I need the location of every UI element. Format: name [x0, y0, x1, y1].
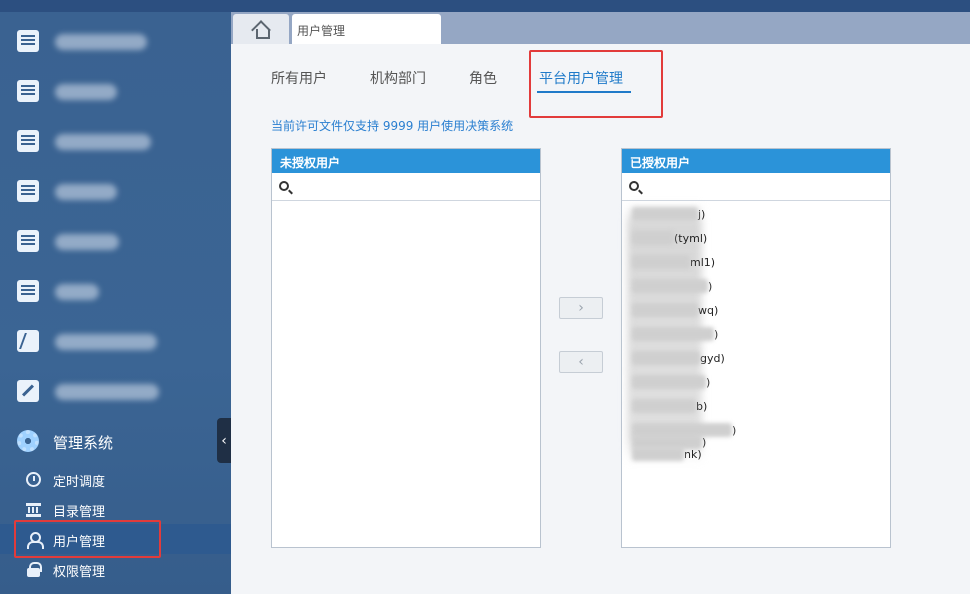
sidebar-item-8[interactable] — [0, 366, 231, 416]
clock-icon — [26, 472, 41, 487]
tab-label: 用户管理 — [297, 24, 346, 38]
sidebar-item-5[interactable] — [0, 216, 231, 266]
unauthorized-users-panel: 未授权用户 — [271, 148, 541, 548]
blurred-label — [55, 234, 119, 250]
gear-icon — [17, 430, 39, 452]
sidebar-item-7[interactable] — [0, 316, 231, 366]
sidebar-item-schedule[interactable]: 定时调度 — [0, 464, 231, 494]
tools-icon — [17, 380, 39, 402]
document-icon — [17, 130, 39, 152]
panel-title: 已授权用户 — [622, 149, 890, 173]
add-user-button[interactable]: › — [559, 297, 603, 319]
list-item[interactable]: b) — [632, 399, 707, 419]
sidebar-item-6[interactable] — [0, 266, 231, 316]
home-icon — [252, 21, 270, 39]
document-icon — [17, 80, 39, 102]
tab-departments[interactable]: 机构部门 — [370, 68, 426, 88]
license-note: 当前许可文件仅支持 9999 用户使用决策系统 — [271, 119, 514, 133]
sidebar-item-1[interactable] — [0, 16, 231, 66]
document-icon — [17, 30, 39, 52]
main-content: 所有用户 机构部门 角色 平台用户管理 当前许可文件仅支持 9999 用户使用决… — [231, 44, 970, 594]
list-item[interactable]: nk) — [632, 447, 702, 467]
list-item[interactable]: gyd) — [632, 351, 725, 371]
list-item[interactable]: j) — [632, 207, 705, 227]
tab-strip: 用户管理 — [231, 12, 970, 44]
tab-all-users[interactable]: 所有用户 — [271, 68, 327, 88]
sidebar-item-label: 定时调度 — [53, 475, 106, 490]
highlight-box — [529, 50, 663, 118]
chevron-left-icon: ‹ — [578, 354, 584, 370]
user-list: j) (tyml) ml1) ) wq) ) gyd) ) b) ) ) nk) — [622, 203, 890, 463]
list-item[interactable]: ) — [632, 327, 718, 347]
search-box — [622, 173, 890, 201]
sidebar-item-2[interactable] — [0, 66, 231, 116]
sidebar-item-label: 权限管理 — [53, 565, 106, 580]
highlight-box — [14, 520, 161, 558]
tab-home[interactable] — [233, 14, 289, 44]
top-bar — [0, 0, 970, 12]
blurred-label — [55, 34, 147, 50]
blurred-label — [55, 334, 157, 350]
tab-roles[interactable]: 角色 — [469, 68, 497, 88]
sidebar-item-permissions[interactable]: 权限管理 — [0, 554, 231, 584]
blurred-label — [55, 84, 117, 100]
list-item[interactable]: ml1) — [632, 255, 715, 275]
blurred-label — [55, 284, 99, 300]
chevron-right-icon: › — [578, 300, 584, 316]
search-icon — [279, 181, 289, 191]
bank-icon — [26, 502, 41, 517]
search-box — [272, 173, 540, 201]
list-item[interactable]: ) — [632, 279, 712, 299]
authorized-users-panel: 已授权用户 j) (tyml) ml1) ) wq) ) gyd) ) b) )… — [621, 148, 891, 548]
blurred-label — [55, 384, 159, 400]
list-item[interactable]: wq) — [632, 303, 718, 323]
sidebar-collapse-button[interactable]: ‹ — [217, 418, 231, 463]
sidebar: 管理系统 定时调度 目录管理 用户管理 权限管理 — [0, 12, 231, 594]
document-icon — [17, 280, 39, 302]
blurred-label — [55, 184, 117, 200]
sidebar-item-4[interactable] — [0, 166, 231, 216]
feather-icon — [17, 330, 39, 352]
remove-user-button[interactable]: ‹ — [559, 351, 603, 373]
document-icon — [17, 230, 39, 252]
document-icon — [17, 180, 39, 202]
tab-user-management[interactable]: 用户管理 — [292, 14, 441, 44]
search-icon — [629, 181, 639, 191]
management-label: 管理系统 — [53, 434, 114, 452]
search-input[interactable] — [296, 176, 534, 198]
sidebar-group-management[interactable]: 管理系统 — [0, 416, 231, 466]
lock-icon — [26, 562, 42, 577]
list-item[interactable]: ) — [632, 375, 710, 395]
list-item[interactable]: (tyml) — [632, 231, 707, 251]
user-list — [272, 203, 540, 463]
chevron-left-icon: ‹ — [221, 432, 227, 449]
sidebar-item-label: 目录管理 — [53, 505, 106, 520]
search-input[interactable] — [646, 176, 884, 198]
sidebar-item-3[interactable] — [0, 116, 231, 166]
panel-title: 未授权用户 — [272, 149, 540, 173]
blurred-label — [55, 134, 151, 150]
